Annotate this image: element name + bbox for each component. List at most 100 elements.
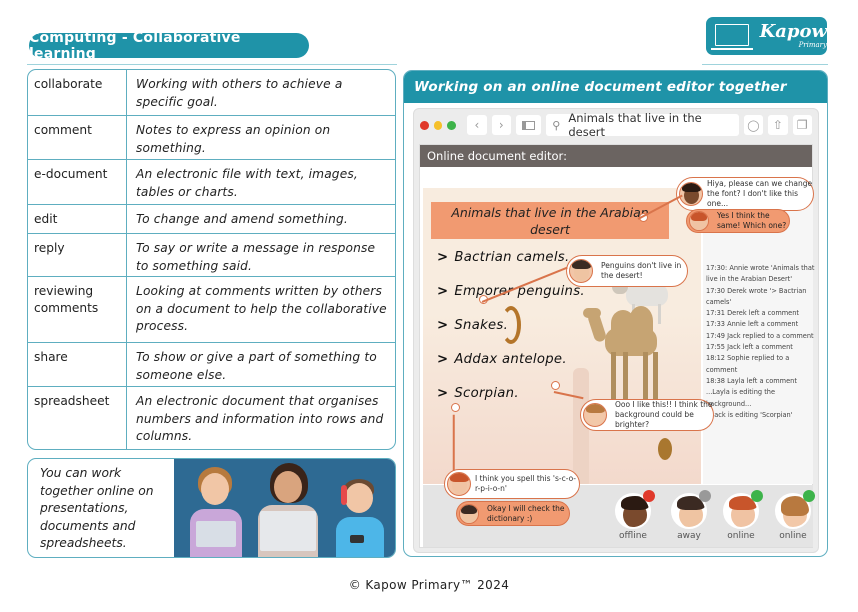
logo-sub: Primary [798, 41, 827, 49]
list-item[interactable]: > Snakes. [437, 318, 508, 333]
chevron-right-icon: › [498, 118, 504, 132]
table-row: spreadsheet An electronic document that … [28, 387, 395, 449]
child-figure [252, 461, 324, 557]
browser-toolbar: ‹ › ⚲ Animals that live in the desert ◯ … [414, 109, 818, 141]
log-entry: 18:12 Sophie replied to a comment [706, 354, 790, 374]
status-indicator [803, 490, 815, 502]
vocab-term: reviewing comments [28, 277, 127, 342]
status-label: online [727, 531, 755, 541]
comment-bubble[interactable]: Penguins don't live in the desert! [566, 255, 688, 287]
status-label: offline [619, 531, 647, 541]
privacy-shield-button[interactable]: ◯ [743, 115, 764, 135]
status-label: online [779, 531, 807, 541]
vocab-term: share [28, 343, 127, 386]
vocab-term: spreadsheet [28, 387, 127, 449]
table-row: e-document An electronic file with text,… [28, 160, 395, 205]
comment-anchor[interactable] [451, 403, 460, 412]
kapow-logo: Kapow Primary [706, 17, 827, 55]
vocab-term: reply [28, 234, 127, 276]
avatar [679, 182, 703, 206]
chevron-left-icon: ‹ [474, 118, 480, 132]
vocab-definition: To say or write a message in response to… [136, 241, 376, 273]
note-text: You can work together online on presenta… [40, 466, 154, 550]
list-item[interactable]: > Scorpian. [437, 386, 519, 401]
maximize-window-button[interactable] [447, 120, 457, 130]
browser-window: ‹ › ⚲ Animals that live in the desert ◯ … [413, 108, 819, 553]
vocab-term: e-document [28, 160, 127, 204]
vocab-term: collaborate [28, 70, 127, 115]
vocab-definition: To change and amend something. [136, 212, 348, 226]
collaborator[interactable]: online [721, 490, 763, 541]
sidebar-icon [522, 120, 536, 130]
table-row: edit To change and amend something. [28, 205, 395, 234]
laptop-icon [711, 24, 753, 50]
vocab-definition: Notes to express an opinion on something… [136, 123, 331, 155]
log-entry: ...Layla is editing the background... [706, 388, 776, 408]
tabs-button[interactable]: ❐ [792, 115, 812, 135]
status-indicator [699, 490, 711, 502]
back-button[interactable]: ‹ [467, 115, 487, 135]
collaborator[interactable]: online [773, 490, 815, 541]
scorpion-illustration [658, 438, 672, 460]
editor-title-bar: Online document editor: [420, 145, 812, 167]
info-note: You can work together online on presenta… [27, 458, 396, 558]
table-row: comment Notes to express an opinion on s… [28, 116, 395, 160]
avatar [459, 503, 479, 524]
minimize-window-button[interactable] [433, 120, 443, 130]
vocab-term: comment [28, 116, 127, 159]
log-entry: 18:38 Layla left a comment [706, 376, 797, 385]
avatar [447, 472, 471, 496]
camel-illustration [583, 298, 663, 408]
log-entry: 17:55 Jack left a comment [706, 343, 793, 352]
log-entry: ...Jack is editing 'Scorpian' [706, 410, 793, 419]
share-button[interactable]: ⇧ [768, 115, 788, 135]
status-indicator [643, 490, 655, 502]
child-figure [332, 461, 388, 557]
log-entry: 17:33 Annie left a comment [706, 320, 799, 329]
vocab-definition: An electronic document that organises nu… [136, 394, 384, 443]
status-label: away [677, 531, 701, 541]
document-canvas[interactable]: Animals that live in the Arabian desert … [423, 188, 701, 484]
snake-illustration [501, 306, 521, 344]
share-icon: ⇧ [772, 118, 783, 132]
address-bar[interactable]: ⚲ Animals that live in the desert [546, 111, 739, 139]
vocab-term: edit [28, 205, 127, 233]
vocab-definition: Looking at comments written by others on… [136, 284, 387, 333]
comment-connector [453, 414, 455, 471]
child-figure [186, 461, 246, 557]
reply-bubble[interactable]: Okay I will check the dictionary :) [456, 501, 570, 526]
avatar [689, 211, 709, 231]
children-photo [174, 459, 395, 557]
comment-anchor[interactable] [551, 381, 560, 390]
comment-bubble[interactable]: I think you spell this 's-c-o-r-p-i-o-n' [444, 469, 580, 499]
close-window-button[interactable] [420, 120, 429, 130]
table-row: reply To say or write a message in respo… [28, 234, 395, 277]
address-text: Animals that live in the desert [568, 111, 702, 139]
shield-icon: ◯ [747, 118, 760, 132]
comment-bubble[interactable]: Hiya, please can we change the font? I d… [676, 177, 814, 211]
log-entry: 17:30: Annie wrote 'Animals that live in… [706, 264, 815, 284]
list-item[interactable]: > Emporer penguins. [437, 284, 585, 299]
avatar [569, 259, 593, 283]
document-heading[interactable]: Animals that live in the Arabian desert [431, 202, 669, 239]
status-indicator [751, 490, 763, 502]
comment-bubble[interactable]: Ooo I like this!! I think the background… [580, 399, 714, 431]
collaborator[interactable]: offline [613, 490, 655, 541]
reply-bubble[interactable]: Yes I think the same! Which one? [686, 209, 790, 233]
list-item[interactable]: > Bactrian camels. [437, 250, 569, 265]
copyright-footer: © Kapow Primary™ 2024 [348, 578, 510, 592]
table-row: collaborate Working with others to achie… [28, 70, 395, 116]
activity-log: 17:30: Annie wrote 'Animals that live in… [706, 263, 816, 421]
vocab-definition: To show or give a part of something to s… [136, 350, 377, 382]
sidebar-toggle-button[interactable] [516, 115, 542, 135]
collaborator[interactable]: away [669, 490, 711, 541]
log-entry: 17:30 Derek wrote '> Bactrian camels' [706, 286, 807, 306]
forward-button[interactable]: › [491, 115, 512, 135]
tabs-icon: ❐ [796, 118, 808, 132]
list-item[interactable]: > Addax antelope. [437, 352, 567, 367]
search-icon: ⚲ [552, 118, 561, 132]
vocab-definition: Working with others to achieve a specifi… [136, 77, 343, 109]
vocabulary-table: collaborate Working with others to achie… [27, 69, 396, 450]
title-divider [27, 64, 397, 65]
table-row: share To show or give a part of somethin… [28, 343, 395, 387]
